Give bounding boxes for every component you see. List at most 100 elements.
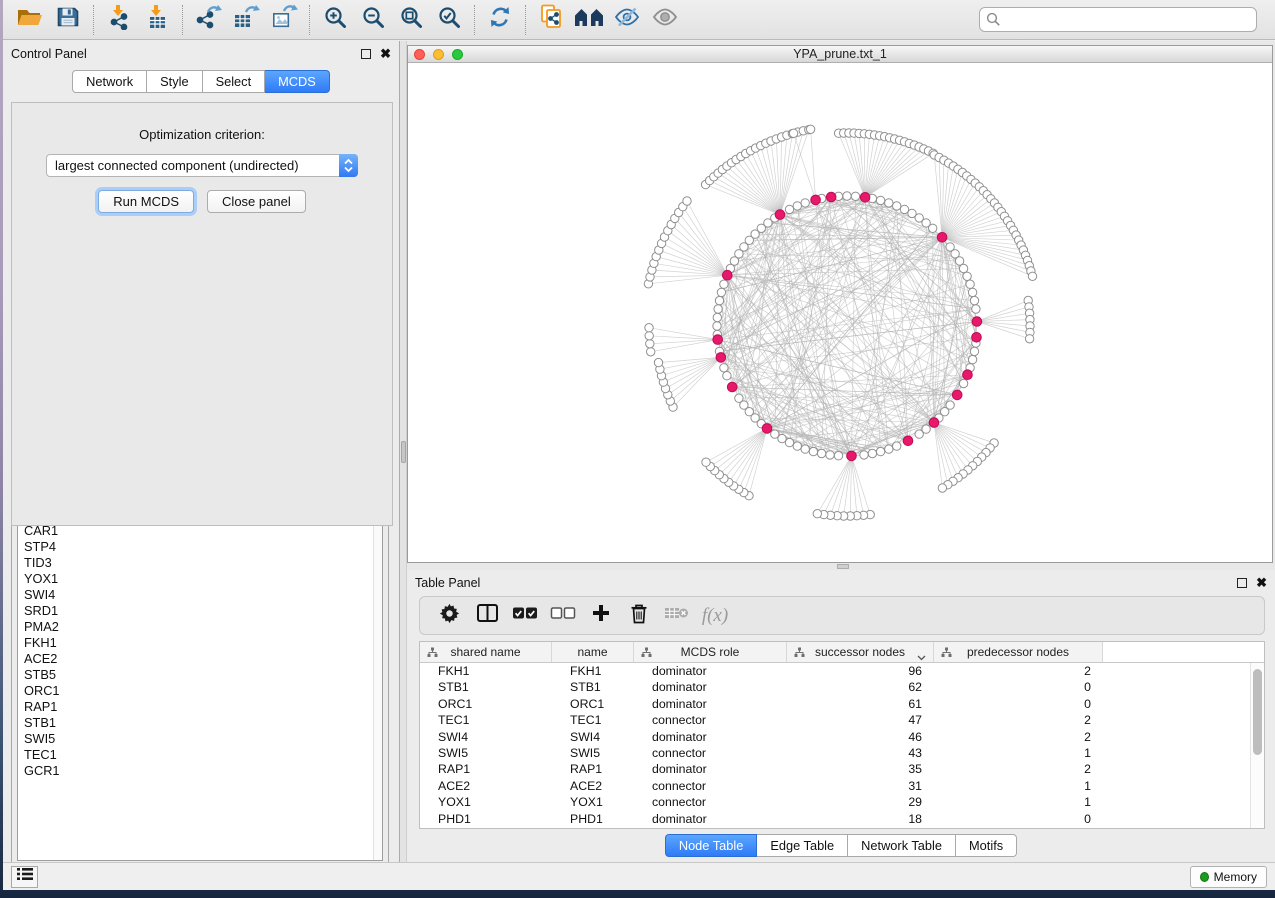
table-row[interactable]: STB1STB1dominator620 bbox=[420, 679, 1264, 695]
mcds-result-item[interactable]: STB5 bbox=[24, 667, 382, 683]
mcds-result-item[interactable]: TID3 bbox=[24, 555, 382, 571]
splitter-grip[interactable] bbox=[837, 564, 849, 569]
mcds-result-item[interactable]: SRD1 bbox=[24, 603, 382, 619]
export-image-button[interactable] bbox=[265, 4, 303, 36]
mcds-result-item[interactable]: ACE2 bbox=[24, 651, 382, 667]
mcds-result-item[interactable]: TEC1 bbox=[24, 747, 382, 763]
search-network-button[interactable] bbox=[570, 4, 608, 36]
mcds-result-item[interactable]: SWI5 bbox=[24, 731, 382, 747]
mcds-result-item[interactable]: FKH1 bbox=[24, 635, 382, 651]
horizontal-splitter[interactable] bbox=[407, 563, 1275, 570]
column-header-filler bbox=[1103, 642, 1264, 662]
column-header-name[interactable]: name bbox=[552, 642, 634, 662]
column-header-predecessor-nodes[interactable]: predecessor nodes bbox=[934, 642, 1103, 662]
import-table-button[interactable] bbox=[138, 4, 176, 36]
split-view-button[interactable] bbox=[468, 601, 506, 631]
deselect-all-button[interactable] bbox=[544, 601, 582, 631]
open-session-button[interactable] bbox=[11, 4, 49, 36]
export-table-button[interactable] bbox=[227, 4, 265, 36]
zoom-fit-button[interactable] bbox=[392, 4, 430, 36]
mcds-result-item[interactable]: STP4 bbox=[24, 539, 382, 555]
copy-network-button[interactable] bbox=[532, 4, 570, 36]
close-panel-icon[interactable]: ✖ bbox=[1256, 578, 1267, 588]
splitter-grip[interactable] bbox=[401, 441, 406, 463]
copy-document-share-icon bbox=[538, 3, 565, 36]
export-network-button[interactable] bbox=[189, 4, 227, 36]
table-header-row: shared name name MCDS role successor nodesp… bbox=[420, 642, 1264, 663]
cell-predecessor_nodes: 2 bbox=[934, 761, 1103, 777]
memory-button[interactable]: Memory bbox=[1190, 866, 1267, 888]
close-panel-icon[interactable]: ✖ bbox=[380, 49, 391, 59]
eye-icon bbox=[651, 5, 679, 34]
network-canvas[interactable] bbox=[408, 63, 1272, 562]
tab-network-table[interactable]: Network Table bbox=[848, 834, 956, 857]
cell-name: ORC1 bbox=[552, 696, 634, 712]
function-builder-button[interactable]: f(x) bbox=[696, 601, 734, 631]
tab-select[interactable]: Select bbox=[203, 70, 266, 93]
column-header-MCDS-role[interactable]: MCDS role bbox=[634, 642, 787, 662]
hide-graphics-details-button[interactable] bbox=[608, 4, 646, 36]
show-panels-button[interactable] bbox=[11, 866, 38, 888]
table-row[interactable]: SWI5SWI5connector431 bbox=[420, 745, 1264, 761]
mcds-result-item[interactable]: YOX1 bbox=[24, 571, 382, 587]
zoom-selected-icon bbox=[437, 5, 462, 35]
optimization-criterion-value: largest connected component (undirected) bbox=[47, 158, 339, 173]
table-row[interactable]: FKH1FKH1dominator962 bbox=[420, 663, 1264, 679]
tab-network[interactable]: Network bbox=[72, 70, 147, 93]
table-row[interactable]: PHD1PHD1dominator180 bbox=[420, 811, 1264, 827]
tab-motifs[interactable]: Motifs bbox=[956, 834, 1017, 857]
table-scrollbar[interactable] bbox=[1250, 663, 1264, 828]
column-header-successor-nodes[interactable]: successor nodes bbox=[787, 642, 934, 662]
float-panel-icon[interactable] bbox=[1237, 578, 1247, 588]
column-settings-button[interactable] bbox=[430, 601, 468, 631]
tab-mcds[interactable]: MCDS bbox=[265, 70, 330, 93]
mcds-result-item[interactable]: STB1 bbox=[24, 715, 382, 731]
vertical-splitter[interactable] bbox=[399, 41, 407, 862]
zoom-in-button[interactable] bbox=[316, 4, 354, 36]
save-session-button[interactable] bbox=[49, 4, 87, 36]
table-row[interactable]: TEC1TEC1connector472 bbox=[420, 712, 1264, 728]
column-header-shared-name[interactable]: shared name bbox=[420, 642, 552, 662]
column-header-label: name bbox=[577, 645, 607, 659]
close-panel-button[interactable]: Close panel bbox=[207, 190, 306, 213]
unchecked-boxes-icon bbox=[550, 606, 576, 625]
float-panel-icon[interactable] bbox=[361, 49, 371, 59]
zoom-in-icon bbox=[323, 5, 348, 35]
table-row[interactable]: ORC1ORC1dominator610 bbox=[420, 696, 1264, 712]
mcds-result-item[interactable]: GCR1 bbox=[24, 763, 382, 779]
list-scrollbar[interactable] bbox=[373, 504, 382, 860]
optimization-criterion-select[interactable]: largest connected component (undirected) bbox=[46, 154, 358, 177]
table-row[interactable]: YOX1YOX1connector291 bbox=[420, 794, 1264, 810]
delete-column-button[interactable] bbox=[620, 601, 658, 631]
mcds-result-item[interactable]: PMA2 bbox=[24, 619, 382, 635]
select-all-button[interactable] bbox=[506, 601, 544, 631]
table-row[interactable]: SWI4SWI4dominator462 bbox=[420, 729, 1264, 745]
tab-style[interactable]: Style bbox=[147, 70, 202, 93]
table-toolbar: f(x) bbox=[419, 596, 1265, 635]
mcds-tab-panel: Optimization criterion: largest connecte… bbox=[11, 102, 393, 526]
zoom-out-button[interactable] bbox=[354, 4, 392, 36]
add-column-button[interactable] bbox=[582, 601, 620, 631]
tab-node-table[interactable]: Node Table bbox=[665, 834, 758, 857]
run-mcds-button[interactable]: Run MCDS bbox=[98, 190, 194, 213]
mcds-result-list[interactable]: PHD1CAR1STP4TID3YOX1SWI4SRD1PMA2FKH1ACE2… bbox=[17, 503, 383, 861]
cell-predecessor_nodes: 2 bbox=[934, 729, 1103, 745]
mcds-result-item[interactable]: ORC1 bbox=[24, 683, 382, 699]
mcds-result-item[interactable]: RAP1 bbox=[24, 699, 382, 715]
table-row[interactable]: RAP1RAP1dominator352 bbox=[420, 761, 1264, 777]
mcds-result-item[interactable]: SWI4 bbox=[24, 587, 382, 603]
network-window-titlebar[interactable]: YPA_prune.txt_1 bbox=[408, 46, 1272, 63]
zoom-selected-button[interactable] bbox=[430, 4, 468, 36]
scrollbar-thumb[interactable] bbox=[1253, 669, 1262, 755]
update-view-button[interactable] bbox=[481, 4, 519, 36]
tab-edge-table[interactable]: Edge Table bbox=[757, 834, 848, 857]
import-network-button[interactable] bbox=[100, 4, 138, 36]
delete-table-button[interactable] bbox=[658, 601, 696, 631]
cell-mcds_role: dominator bbox=[634, 811, 787, 827]
table-row[interactable]: ACE2ACE2connector311 bbox=[420, 778, 1264, 794]
cell-mcds_role: dominator bbox=[634, 663, 787, 679]
node-table: shared name name MCDS role successor nodesp… bbox=[419, 641, 1265, 829]
search-input[interactable] bbox=[979, 7, 1257, 32]
column-header-label: MCDS role bbox=[681, 645, 740, 659]
show-graphics-details-button[interactable] bbox=[646, 4, 684, 36]
